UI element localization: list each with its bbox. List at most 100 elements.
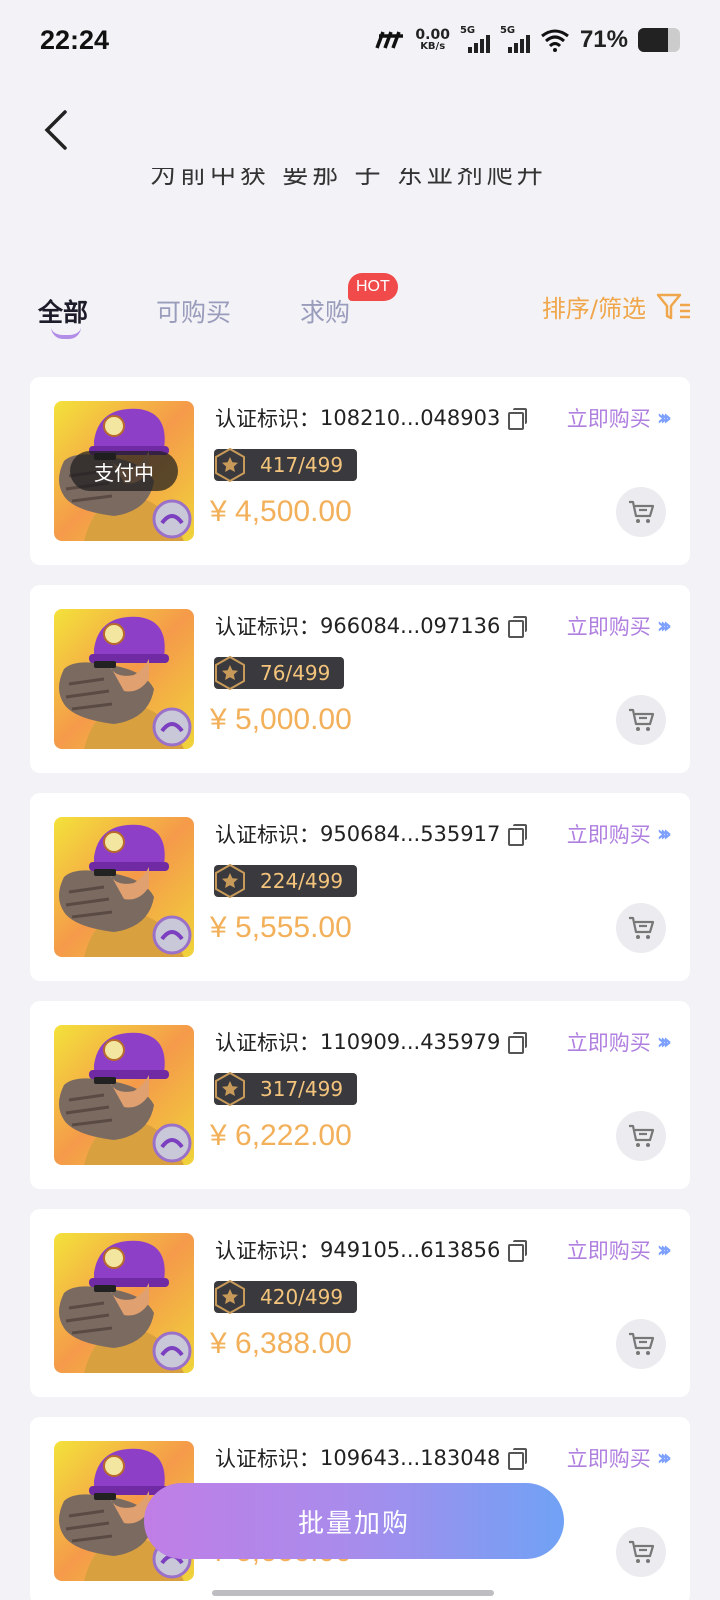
serial-number: 317/499 bbox=[260, 1077, 344, 1101]
partial-heading-text: 为前中获 要那 子 东亚剂爬升 bbox=[150, 168, 547, 190]
buy-now-label: 立即购买 bbox=[566, 1031, 651, 1055]
serial-number: 76/499 bbox=[260, 661, 331, 685]
double-chevron-right-icon: ››› bbox=[656, 821, 672, 847]
net-speed-unit: KB/s bbox=[420, 41, 446, 52]
cert-label: 认证标识： bbox=[215, 407, 320, 431]
nft-thumbnail[interactable] bbox=[54, 1233, 194, 1373]
status-time: 22:24 bbox=[40, 24, 110, 55]
buy-now-label: 立即购买 bbox=[566, 615, 651, 639]
signal-icon-2: 5G bbox=[500, 25, 530, 53]
add-to-cart-button[interactable] bbox=[616, 1111, 666, 1161]
add-to-cart-button[interactable] bbox=[616, 903, 666, 953]
batch-add-button[interactable]: 批量加购 bbox=[144, 1483, 564, 1559]
add-to-cart-button[interactable] bbox=[616, 695, 666, 745]
buy-now-link[interactable]: 立即购买 ››› bbox=[567, 1235, 672, 1265]
cart-icon bbox=[629, 1124, 655, 1147]
copy-icon[interactable] bbox=[508, 1448, 528, 1470]
cert-id-row: 认证标识： 949105...613856 bbox=[215, 1235, 528, 1265]
buy-now-link[interactable]: 立即购买 ››› bbox=[566, 1443, 672, 1473]
signal-icon: 5G bbox=[460, 25, 490, 53]
star-hexagon-icon bbox=[215, 1279, 245, 1315]
listing-card[interactable]: 认证标识： 949105...613856 立即购买 ››› 420/499 ¥ … bbox=[30, 1209, 690, 1397]
listing-card[interactable]: 支付中 认证标识： 108210...048903 立即购买 ››› 417/49… bbox=[30, 377, 690, 565]
chevron-left-icon bbox=[44, 110, 67, 150]
double-chevron-right-icon: ››› bbox=[656, 1237, 672, 1263]
nft-thumbnail[interactable] bbox=[54, 1025, 194, 1165]
serial-number: 417/499 bbox=[260, 453, 344, 477]
price: ¥ 5,000.00 bbox=[210, 703, 352, 736]
cert-id: 966084...097136 bbox=[320, 614, 501, 638]
buy-now-link[interactable]: 立即购买 ››› bbox=[566, 1027, 672, 1057]
price: ¥ 6,222.00 bbox=[210, 1119, 352, 1152]
price: ¥ 4,500.00 bbox=[210, 495, 352, 528]
tab-buyable[interactable]: 可购买 bbox=[156, 293, 231, 329]
home-indicator[interactable] bbox=[212, 1590, 494, 1596]
cert-id-row: 认证标识： 110909...435979 bbox=[215, 1027, 528, 1057]
listing-card[interactable]: 认证标识： 110909...435979 立即购买 ››› 317/499 ¥ … bbox=[30, 1001, 690, 1189]
buy-now-link[interactable]: 立即购买 ››› bbox=[566, 611, 672, 641]
listing-card[interactable]: 认证标识： 950684...535917 立即购买 ››› 224/499 ¥ … bbox=[30, 793, 690, 981]
cert-id: 108210...048903 bbox=[320, 406, 501, 430]
cart-icon bbox=[629, 500, 655, 523]
serial-number: 420/499 bbox=[260, 1285, 344, 1309]
double-chevron-right-icon: ››› bbox=[656, 1445, 672, 1471]
nft-thumbnail[interactable]: 支付中 bbox=[54, 401, 194, 541]
price: ¥ 6,388.00 bbox=[210, 1327, 352, 1360]
serial-badge: 224/499 bbox=[214, 863, 358, 899]
nft-thumbnail[interactable] bbox=[54, 817, 194, 957]
cart-icon bbox=[629, 1540, 655, 1563]
copy-icon[interactable] bbox=[508, 1240, 528, 1262]
cart-icon bbox=[629, 1332, 655, 1355]
cert-id: 109643...183048 bbox=[320, 1446, 501, 1470]
cart-icon bbox=[629, 916, 655, 939]
cert-id: 949105...613856 bbox=[320, 1238, 501, 1262]
listing-card[interactable]: 认证标识： 966084...097136 立即购买 ››› 76/499 ¥ 5… bbox=[30, 585, 690, 773]
double-chevron-right-icon: ››› bbox=[656, 613, 672, 639]
cert-id-row: 认证标识： 966084...097136 bbox=[215, 611, 528, 641]
double-chevron-right-icon: ››› bbox=[656, 405, 672, 431]
serial-badge: 420/499 bbox=[214, 1279, 358, 1315]
add-to-cart-button[interactable] bbox=[616, 1527, 666, 1577]
nft-thumbnail-art bbox=[54, 1233, 194, 1373]
cert-id: 950684...535917 bbox=[320, 822, 501, 846]
sort-filter-button[interactable]: 排序/筛选 bbox=[542, 289, 692, 324]
cert-label: 认证标识： bbox=[215, 823, 320, 847]
star-hexagon-icon bbox=[215, 655, 245, 691]
cert-label: 认证标识： bbox=[215, 1239, 320, 1263]
tab-bar: 全部 可购买 求购 HOT 排序/筛选 bbox=[0, 273, 720, 345]
buy-now-label: 立即购买 bbox=[566, 1447, 651, 1471]
nft-thumbnail[interactable] bbox=[54, 609, 194, 749]
cart-icon bbox=[629, 708, 655, 731]
cert-id-row: 认证标识： 950684...535917 bbox=[215, 819, 528, 849]
copy-icon[interactable] bbox=[508, 408, 528, 430]
nft-thumbnail-art bbox=[54, 817, 194, 957]
net-speed-value: 0.00 bbox=[415, 27, 450, 43]
listing: 支付中 认证标识： 108210...048903 立即购买 ››› 417/49… bbox=[30, 377, 690, 1600]
copy-icon[interactable] bbox=[508, 1032, 528, 1054]
add-to-cart-button[interactable] bbox=[616, 487, 666, 537]
add-to-cart-button[interactable] bbox=[616, 1319, 666, 1369]
buy-now-link[interactable]: 立即购买 ››› bbox=[567, 403, 672, 433]
cert-label: 认证标识： bbox=[215, 1447, 320, 1471]
buy-now-label: 立即购买 bbox=[566, 823, 651, 847]
nft-thumbnail-art bbox=[54, 1025, 194, 1165]
tab-active-indicator bbox=[51, 327, 81, 339]
star-hexagon-icon bbox=[215, 863, 245, 899]
nft-thumbnail-art bbox=[54, 609, 194, 749]
double-chevron-right-icon: ››› bbox=[656, 1029, 672, 1055]
star-hexagon-icon bbox=[215, 1071, 245, 1107]
price: ¥ 5,555.00 bbox=[210, 911, 352, 944]
back-button[interactable] bbox=[36, 110, 76, 150]
net-speed: 0.00 KB/s bbox=[415, 28, 450, 52]
copy-icon[interactable] bbox=[508, 616, 528, 638]
cert-id: 110909...435979 bbox=[320, 1030, 501, 1054]
serial-badge: 317/499 bbox=[214, 1071, 358, 1107]
tab-all[interactable]: 全部 bbox=[38, 293, 88, 329]
tab-wanted[interactable]: 求购 bbox=[300, 293, 350, 329]
status-icons: 0.00 KB/s 5G 5G 71% bbox=[375, 25, 680, 54]
buy-now-link[interactable]: 立即购买 ››› bbox=[566, 819, 672, 849]
cert-label: 认证标识： bbox=[215, 1031, 320, 1055]
copy-icon[interactable] bbox=[508, 824, 528, 846]
paying-status-badge: 支付中 bbox=[70, 451, 178, 491]
partial-heading: 为前中获 要那 子 东亚剂爬升 bbox=[150, 168, 570, 190]
